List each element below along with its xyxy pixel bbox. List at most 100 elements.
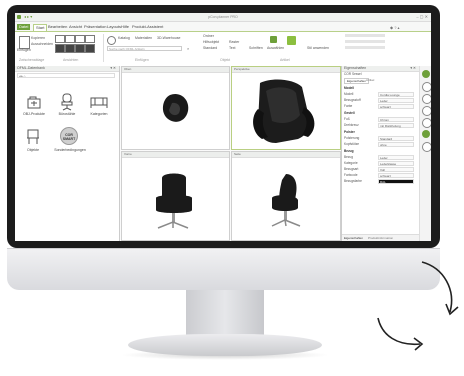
prop-value[interactable]: Lederklasse — [378, 160, 414, 166]
prop-value[interactable]: RAL — [378, 178, 414, 184]
chair-icon[interactable] — [59, 93, 75, 111]
prop-label: Drehkreuz — [344, 123, 359, 127]
tool-material-icon[interactable] — [422, 106, 431, 116]
group-label-clipboard: Zwischenablage — [19, 58, 45, 62]
tab-article[interactable]: Artikel — [364, 78, 376, 82]
catalog-button[interactable]: Katalog — [118, 36, 130, 41]
title-bar: ◂ ▸ ▾ pCon.planner PRO – ▢ ✕ — [15, 13, 431, 22]
warehouse-button[interactable]: 3D-Warehouse — [157, 36, 180, 41]
standard-button[interactable]: Standard — [203, 46, 217, 51]
select-button[interactable]: Auswählen — [267, 46, 284, 51]
folder-button[interactable]: Ordner — [203, 34, 214, 39]
properties-footer: Eigenschaften Produktinformation — [342, 234, 420, 241]
viewport-side[interactable]: Seite — [231, 151, 341, 241]
viewport-top[interactable]: Oben — [121, 66, 230, 150]
prop-label: Bezugsart — [344, 167, 359, 171]
footer-tab-properties[interactable]: Eigenschaften — [344, 236, 363, 240]
group-label-insert: Einfügen — [135, 58, 149, 62]
tool-light-icon[interactable] — [422, 118, 431, 128]
paste-label: Einfügen — [17, 48, 31, 52]
screen: ◂ ▸ ▾ pCon.planner PRO – ▢ ✕ Datei Start… — [15, 13, 431, 241]
search-icon[interactable]: ⌕ — [187, 46, 189, 51]
prop-row: Drehkreuz mit Rückholung — [344, 122, 416, 128]
window-controls-icon[interactable]: – ▢ ✕ — [416, 14, 428, 19]
window-title: pCon.planner PRO — [208, 15, 238, 19]
prop-row: Farbe schwarz — [344, 103, 416, 109]
chair-front-view — [156, 173, 192, 229]
fonts-button[interactable]: Schriften — [249, 46, 263, 51]
apply-style-green-icon[interactable] — [287, 36, 296, 45]
catalog-panel-header: OFML-Datenbank ▾ ✕ — [15, 66, 119, 72]
prop-row: Kopfstütze ohne — [344, 141, 416, 147]
panel-close-icon[interactable]: ▾ ✕ — [110, 66, 116, 71]
copy-button[interactable]: Kopieren — [31, 36, 45, 41]
prop-label: Kopfstütze — [344, 142, 360, 146]
prop-value[interactable]: schwarz — [378, 103, 414, 109]
tab-product-assistant[interactable]: Produkt-Assistent — [130, 24, 165, 30]
ribbon-help-icon[interactable]: ◆ ? ▴ — [390, 25, 400, 30]
group-label-article: Artikel — [280, 58, 290, 62]
tool-info-icon[interactable] — [422, 142, 431, 152]
prop-value[interactable]: ohne — [378, 141, 414, 147]
grid-button[interactable]: Raster — [229, 40, 239, 45]
prop-label: Polsterung — [344, 136, 360, 140]
panel-close-icon[interactable]: ▾ ✕ — [410, 66, 416, 71]
catalog-breadcrumb[interactable]: ◂ ▸ ⌂ — [17, 73, 115, 78]
prop-value[interactable]: Standard — [378, 135, 414, 141]
helper-object-button[interactable]: Hilfsobjekt — [203, 40, 219, 45]
badge-icon[interactable]: COR SMART — [60, 127, 78, 145]
search-input[interactable]: Suche nach OFML Artikeln — [107, 46, 182, 51]
select-green-icon[interactable] — [270, 36, 277, 43]
prop-label: Modell — [344, 92, 354, 96]
tile-label: Sonderbedingungen — [54, 148, 86, 152]
chair-side-view — [271, 174, 301, 227]
prop-label: Farbcode — [344, 173, 358, 177]
ribbon-content: Einfügen Kopieren Ausschneiden Katalog M… — [15, 25, 431, 66]
prop-value[interactable]: Chrom — [378, 116, 414, 122]
view-front-icon[interactable] — [65, 35, 75, 43]
catalog-panel: OFML-Datenbank ▾ ✕ ◂ ▸ ⌂ OBJ-Produkte Bü… — [15, 66, 120, 241]
layout-2-icon[interactable] — [65, 44, 75, 53]
layout-4-icon[interactable] — [85, 44, 95, 53]
folder-icon[interactable] — [27, 96, 41, 110]
prop-label: Kategorie — [344, 161, 358, 165]
prop-value[interactable]: Cordia Lounge — [378, 91, 414, 97]
view-top-icon[interactable] — [55, 35, 65, 43]
prop-value[interactable]: schwarz — [378, 172, 414, 178]
group-label-views: Ansichten — [63, 58, 79, 62]
prop-label: Bezugsfarbe — [344, 179, 362, 183]
chair-icon[interactable] — [25, 128, 41, 146]
view-side-icon[interactable] — [75, 35, 85, 43]
footer-tab-product-info[interactable]: Produktinformation — [368, 236, 393, 240]
sofa-icon[interactable] — [90, 96, 108, 110]
tab-file[interactable]: Datei — [17, 24, 31, 30]
tool-green2-icon[interactable] — [422, 130, 430, 138]
tool-green-icon[interactable] — [422, 70, 430, 78]
tab-edit[interactable]: Bearbeiten — [46, 24, 69, 30]
catalog-icon[interactable] — [107, 36, 116, 45]
prop-value[interactable]: Leder — [378, 154, 414, 160]
catalog-panel-title: OFML-Datenbank — [17, 66, 45, 70]
view-perspective-icon[interactable] — [85, 35, 95, 43]
prop-value[interactable]: mit Rückholung — [378, 122, 414, 128]
apply-style-button[interactable]: Stil anwenden — [307, 46, 329, 51]
prop-value[interactable]: Leder — [378, 97, 414, 103]
layout-1-icon[interactable] — [55, 44, 65, 53]
materials-button[interactable]: Materialien — [135, 36, 152, 41]
prop-label: Fuß — [344, 117, 350, 121]
viewport-front[interactable]: Vorne — [121, 151, 230, 241]
tool-layers-icon[interactable] — [422, 82, 431, 92]
prop-label: Bezugsstoff — [344, 98, 361, 102]
monitor-stand-base — [128, 334, 322, 356]
text-button[interactable]: Text — [229, 46, 235, 51]
tile-label: Kategorien — [90, 112, 108, 116]
prop-row: Bezugsfarbe RAL — [344, 178, 416, 184]
layout-3-icon[interactable] — [75, 44, 85, 53]
viewport-perspective[interactable]: Perspektive — [231, 66, 341, 150]
rotate-arrows-icon[interactable] — [368, 250, 464, 352]
tile-label: OBJ-Produkte — [23, 112, 45, 116]
tool-camera-icon[interactable] — [422, 94, 431, 104]
prop-value[interactable]: Voll — [378, 166, 414, 172]
prop-label: Farbe — [344, 104, 353, 108]
cut-button[interactable]: Ausschneiden — [31, 42, 53, 47]
